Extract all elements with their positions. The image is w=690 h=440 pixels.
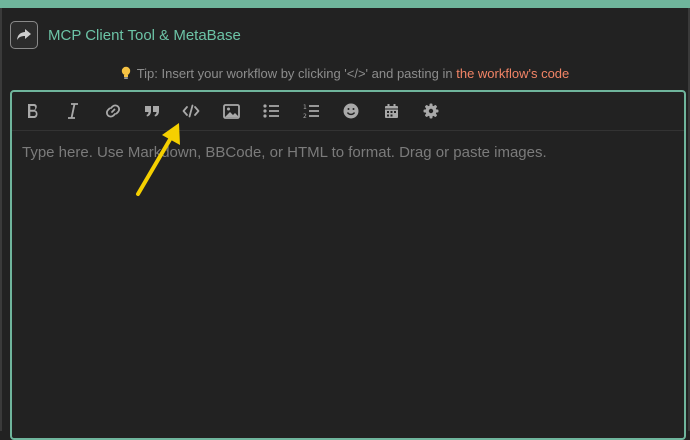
composer-header: MCP Client Tool & MetaBase [10,21,241,49]
numbered-list-icon: 1 2 [303,104,319,119]
composer-editor: 1 2 Type here. Use Markdown, BBCode, or … [10,90,686,440]
link-button[interactable] [100,98,126,124]
annotation-arrow [136,123,180,196]
italic-button[interactable] [60,98,86,124]
options-button[interactable] [418,98,444,124]
svg-text:1: 1 [303,104,307,111]
lightbulb-icon [121,66,131,83]
numbered-list-button[interactable]: 1 2 [298,98,324,124]
emoji-icon [343,103,359,119]
insert-date-button[interactable] [378,98,404,124]
composer-tip: Tip: Insert your workflow by clicking '<… [0,66,690,83]
top-accent-bar [0,0,690,8]
editor-textarea[interactable]: Type here. Use Markdown, BBCode, or HTML… [22,144,662,161]
editor-toolbar: 1 2 [12,92,684,131]
quote-icon [145,106,159,117]
bullet-list-button[interactable] [258,98,284,124]
calendar-icon [384,104,398,118]
emoji-button[interactable] [338,98,364,124]
tip-workflow-code-link[interactable]: the workflow's code [456,66,569,81]
svg-text:2: 2 [303,113,307,119]
gear-icon [423,103,439,119]
topic-title[interactable]: MCP Client Tool & MetaBase [48,27,241,44]
image-upload-button[interactable] [218,98,244,124]
reply-action-button[interactable] [10,21,38,49]
link-icon [105,104,121,118]
italic-icon [68,103,78,119]
image-icon [222,103,240,119]
bullet-list-icon [262,104,279,118]
tip-text: Tip: Insert your workflow by clicking '<… [136,66,453,81]
bold-icon [28,104,38,118]
reply-share-icon [17,29,31,40]
code-icon [182,104,200,118]
bold-button[interactable] [20,98,46,124]
